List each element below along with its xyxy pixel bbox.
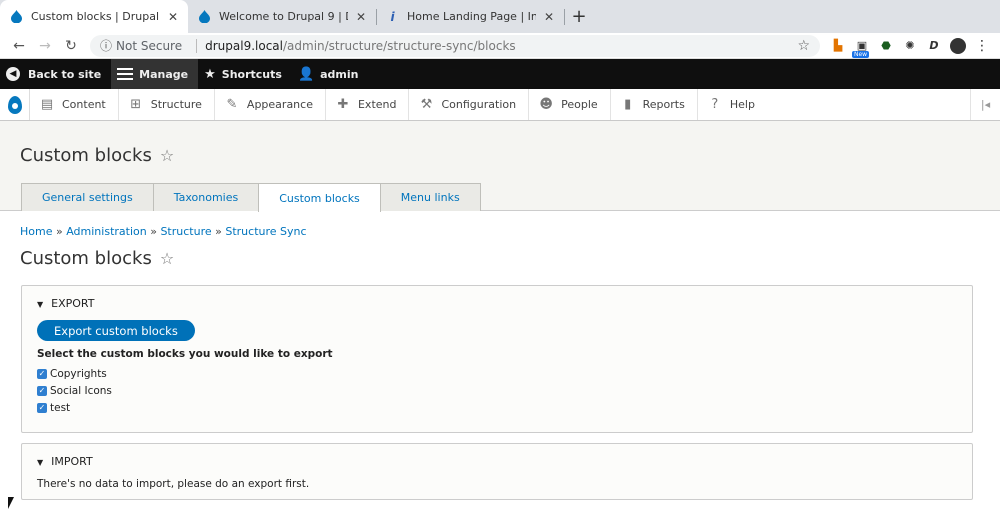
menu-item-structure[interactable]: ⊞ Structure — [119, 89, 215, 120]
tab-menu-links[interactable]: Menu links — [379, 183, 481, 211]
menu-item-extend[interactable]: ✚ Extend — [326, 89, 410, 120]
extension-new-icon[interactable]: ▣ New — [850, 36, 874, 58]
breadcrumb: Home » Administration » Structure » Stru… — [20, 225, 307, 238]
primary-tabs: General settings Taxonomies Custom block… — [21, 183, 481, 212]
profile-avatar[interactable] — [946, 36, 970, 56]
admin-menu-tray: ▤ Content ⊞ Structure ✎ Appearance ✚ Extend … — [0, 89, 1000, 121]
browser-tab-2[interactable]: Welcome to Drupal 9 | Drupal ✕ — [188, 0, 377, 33]
extension-bookmark-icon[interactable]: ▙ — [826, 36, 850, 56]
checkbox-test[interactable]: ✓ — [37, 402, 47, 413]
menu-item-people[interactable]: ☻ People — [529, 89, 611, 120]
menu-item-reports[interactable]: ▮ Reports — [611, 89, 698, 120]
back-arrow-icon: ◀ — [6, 67, 20, 81]
drupal-drop-icon — [198, 10, 211, 23]
import-message: There's no data to import, please do an … — [37, 478, 310, 490]
import-legend[interactable]: ▼ IMPORT — [37, 455, 93, 468]
extension-shield-icon[interactable]: ⬣ — [874, 36, 898, 56]
drupal-toolbar: ◀ Back to site Manage ★ Shortcuts 👤 admi… — [0, 59, 1000, 89]
manage-label: Manage — [139, 67, 189, 81]
breadcrumb-administration[interactable]: Administration — [66, 225, 147, 238]
tab-taxonomies[interactable]: Taxonomies — [152, 183, 260, 211]
back-to-site-label: Back to site — [28, 67, 102, 81]
import-fieldset: ▼ IMPORT There's no data to import, pleas… — [21, 443, 973, 500]
site-icon: i — [390, 9, 395, 24]
shortcuts-label: Shortcuts — [221, 67, 282, 81]
close-icon[interactable]: ✕ — [354, 10, 368, 24]
address-bar: ← → ↻ ⓘ Not Secure drupal9.local/admin/s… — [0, 33, 1000, 59]
user-tab[interactable]: 👤 admin — [292, 59, 369, 89]
export-select-label: Select the custom blocks you would like … — [37, 348, 333, 360]
hamburger-icon — [117, 65, 134, 83]
url-path: /admin/structure/structure-sync/blocks — [282, 38, 516, 53]
reload-icon[interactable]: ↻ — [58, 38, 84, 54]
menu-item-help[interactable]: ? Help — [698, 89, 767, 120]
bar-chart-icon: ▮ — [624, 97, 632, 112]
user-label: admin — [320, 67, 359, 81]
close-icon[interactable]: ✕ — [542, 10, 556, 24]
sitemap-icon: ⊞ — [130, 97, 142, 112]
menu-item-content[interactable]: ▤ Content — [30, 89, 119, 120]
drupal-drop-icon — [10, 10, 23, 23]
url-input[interactable]: ⓘ Not Secure drupal9.local/admin/structu… — [90, 34, 820, 57]
tab-title: Welcome to Drupal 9 | Drupal — [219, 10, 348, 23]
checkbox-social-icons[interactable]: ✓ — [37, 385, 47, 396]
brush-icon: ✎ — [226, 97, 238, 112]
browser-tab-3[interactable]: i Home Landing Page | Informat ✕ — [376, 0, 565, 33]
triangle-down-icon: ▼ — [37, 458, 44, 467]
collapse-tray-icon[interactable]: |◂ — [970, 89, 1000, 120]
help-icon: ? — [711, 97, 719, 112]
checkbox-copyrights[interactable]: ✓ — [37, 368, 47, 379]
page-header: Custom blocks ☆ General settings Taxonomi… — [0, 121, 1000, 212]
url-host: drupal9.local — [205, 38, 283, 53]
star-icon: ★ — [204, 66, 216, 82]
extension-gear-icon[interactable]: ✺ — [898, 36, 922, 56]
breadcrumb-structure-sync[interactable]: Structure Sync — [225, 225, 306, 238]
close-icon[interactable]: ✕ — [166, 10, 180, 24]
browser-tab-1[interactable]: Custom blocks | Drupal 9 ✕ — [0, 0, 188, 33]
tab-custom-blocks[interactable]: Custom blocks — [258, 183, 381, 212]
puzzle-icon: ✚ — [337, 97, 349, 112]
security-label: Not Secure — [116, 38, 183, 53]
new-badge: New — [852, 50, 870, 58]
browser-tab-strip: Custom blocks | Drupal 9 ✕ Welcome to Dr… — [0, 0, 1000, 33]
new-tab-button[interactable]: + — [564, 0, 594, 33]
content-heading: Custom blocks ☆ — [20, 248, 175, 269]
info-icon[interactable]: ⓘ — [100, 37, 112, 54]
page-title: Custom blocks ☆ — [20, 145, 175, 166]
file-icon: ▤ — [40, 97, 54, 112]
export-legend[interactable]: ▼ EXPORT — [37, 297, 95, 310]
user-icon: 👤 — [297, 66, 315, 82]
star-outline-icon[interactable]: ☆ — [160, 249, 174, 268]
mouse-cursor — [8, 497, 20, 509]
menu-kebab-icon[interactable]: ⋮ — [970, 36, 994, 56]
breadcrumb-home[interactable]: Home — [20, 225, 52, 238]
tab-title: Custom blocks | Drupal 9 — [31, 10, 160, 23]
triangle-down-icon: ▼ — [37, 300, 44, 309]
shortcuts-tab[interactable]: ★ Shortcuts — [198, 59, 292, 89]
list-item: ✓ test — [37, 401, 71, 414]
drupal-drop-icon — [7, 95, 22, 114]
export-fieldset: ▼ EXPORT Export custom blocks Select the … — [21, 285, 973, 433]
tab-general-settings[interactable]: General settings — [21, 183, 154, 211]
forward-arrow-icon[interactable]: → — [32, 38, 58, 54]
breadcrumb-structure[interactable]: Structure — [160, 225, 211, 238]
block-checklist: ✓ Copyrights ✓ Social Icons ✓ test — [37, 365, 112, 416]
star-outline-icon[interactable]: ☆ — [160, 146, 174, 165]
manage-tab[interactable]: Manage — [111, 59, 199, 89]
list-item: ✓ Copyrights — [37, 367, 107, 380]
people-icon: ☻ — [539, 97, 553, 112]
list-item: ✓ Social Icons — [37, 384, 112, 397]
drupal-logo[interactable] — [0, 89, 30, 120]
tab-title: Home Landing Page | Informat — [407, 10, 536, 23]
back-arrow-icon[interactable]: ← — [6, 38, 32, 54]
back-to-site-link[interactable]: ◀ Back to site — [0, 59, 111, 89]
menu-item-appearance[interactable]: ✎ Appearance — [215, 89, 326, 120]
extension-d-icon[interactable]: D — [922, 36, 946, 56]
menu-item-configuration[interactable]: ⚒ Configuration — [409, 89, 530, 120]
export-custom-blocks-button[interactable]: Export custom blocks — [37, 320, 195, 341]
bookmark-star-icon[interactable]: ☆ — [797, 38, 810, 54]
wrench-icon: ⚒ — [420, 97, 433, 112]
